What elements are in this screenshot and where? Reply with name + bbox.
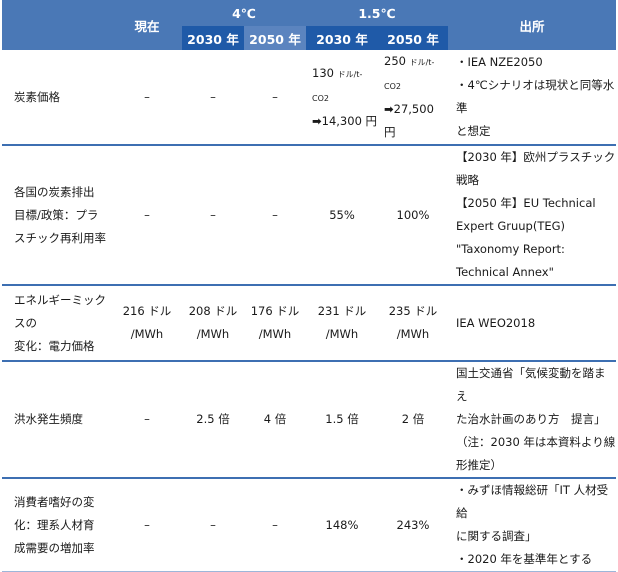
cell-15c-2030: 130 ドル/t-CO2 ➡14,300 円 (306, 50, 378, 146)
cell-source: 【2030 年】欧州プラスチック戦略 【2050 年】EU Technical … (448, 145, 616, 286)
cell-4c-2050: – (244, 50, 306, 146)
table-row-carbon-price: 炭素価格 – – – 130 ドル/t-CO2 ➡14,300 円 250 ドル… (2, 50, 616, 146)
header-source: 出所 (448, 0, 616, 50)
table-row-stem-talent: 消費者嗜好の変 化：理系人材育 成需要の増加率 – – – 148% 243% … (2, 478, 616, 572)
scenario-parameter-table: 現在 4℃ 1.5℃ 出所 2030 年 2050 年 2030 年 2050 … (2, 0, 616, 572)
cell-15c-2050: 250 ドル/t-CO2 ➡27,500 円 (378, 50, 448, 146)
cell-4c-2050: 4 倍 (244, 361, 306, 479)
header-label-column (2, 0, 112, 50)
cell-15c-2050: 235 ドル /MWh (378, 285, 448, 362)
header-15c-2050: 2050 年 (378, 26, 448, 50)
table-row-flood-frequency: 洪水発生頻度 – 2.5 倍 4 倍 1.5 倍 2 倍 国土交通省「気候変動を… (2, 361, 616, 479)
table-row-plastic-reuse: 各国の炭素排出 目標/政策：プラ スチック再利用率 – – – 55% 100%… (2, 145, 616, 286)
cell-source: ・IEA NZE2050 ・4℃シナリオは現状と同等水準 と想定 (448, 50, 616, 146)
cell-source: 国土交通省「気候変動を踏まえ た治水計画のあり方 提言」 （注：2030 年は本… (448, 361, 616, 479)
cell-source: IEA WEO2018 (448, 285, 616, 362)
row-label: エネルギーミックスの 変化：電力価格 (2, 285, 112, 362)
row-label: 消費者嗜好の変 化：理系人材育 成需要の増加率 (2, 478, 112, 572)
cell-source: ・みずほ情報総研「IT 人材受給 に関する調査」 ・2020 年を基準年とする (448, 478, 616, 572)
cell-15c-2030: 231 ドル /MWh (306, 285, 378, 362)
cell-current: 216 ドル /MWh (112, 285, 182, 362)
header-4c-group: 4℃ (182, 0, 306, 26)
cell-current: – (112, 50, 182, 146)
header-4c-2030: 2030 年 (182, 26, 244, 50)
cell-4c-2030: – (182, 478, 244, 572)
cell-4c-2050: – (244, 145, 306, 286)
cell-15c-2030: 1.5 倍 (306, 361, 378, 479)
cell-15c-2050: 100% (378, 145, 448, 286)
header-4c-2050: 2050 年 (244, 26, 306, 50)
row-label: 炭素価格 (2, 50, 112, 146)
cell-current: – (112, 145, 182, 286)
cell-4c-2050: – (244, 478, 306, 572)
cell-current: – (112, 361, 182, 479)
cell-4c-2030: 2.5 倍 (182, 361, 244, 479)
cell-15c-2050: 2 倍 (378, 361, 448, 479)
cell-4c-2030: – (182, 145, 244, 286)
cell-4c-2030: – (182, 50, 244, 146)
header-15c-2030: 2030 年 (306, 26, 378, 50)
right-arrow-icon: ➡ (384, 102, 394, 116)
row-label: 各国の炭素排出 目標/政策：プラ スチック再利用率 (2, 145, 112, 286)
cell-4c-2050: 176 ドル /MWh (244, 285, 306, 362)
cell-15c-2050: 243% (378, 478, 448, 572)
cell-4c-2030: 208 ドル /MWh (182, 285, 244, 362)
header-15c-group: 1.5℃ (306, 0, 448, 26)
header-current: 現在 (112, 0, 182, 50)
cell-15c-2030: 148% (306, 478, 378, 572)
table-row-electricity-price: エネルギーミックスの 変化：電力価格 216 ドル /MWh 208 ドル /M… (2, 285, 616, 362)
right-arrow-icon: ➡ (312, 113, 322, 128)
cell-15c-2030: 55% (306, 145, 378, 286)
row-label: 洪水発生頻度 (2, 361, 112, 479)
cell-current: – (112, 478, 182, 572)
